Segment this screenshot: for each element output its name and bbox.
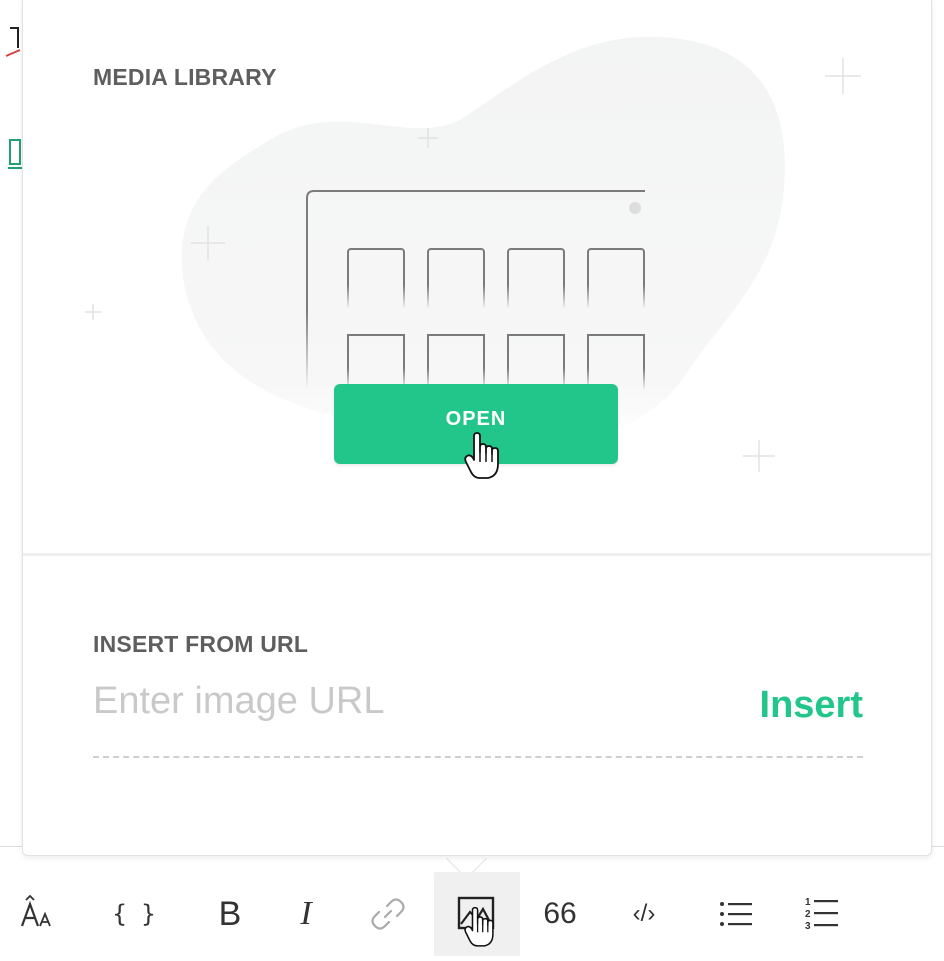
svg-text:1: 1 (805, 897, 811, 908)
numbered-list-button[interactable]: 123 (784, 872, 860, 956)
url-input-underline (93, 756, 863, 758)
bold-button[interactable]: B (192, 872, 268, 956)
image-insert-popup: MEDIA LIBRARY OPEN INSERT FROM URL Enter… (22, 0, 932, 856)
media-grid-illustration (306, 190, 645, 390)
bold-icon: B (218, 894, 242, 933)
hand-cursor-icon (464, 432, 499, 479)
code-block-icon: { } (112, 900, 156, 928)
bullet-list-icon (720, 902, 752, 926)
quote-button[interactable]: 66 (522, 872, 598, 956)
bullet-list-button[interactable] (698, 872, 774, 956)
image-url-input[interactable] (93, 678, 733, 724)
editor-divider (0, 846, 24, 847)
insert-from-url-section: INSERT FROM URL Insert (23, 556, 931, 854)
text-size-icon (20, 894, 51, 927)
text-size-button[interactable] (0, 872, 76, 956)
link-icon (371, 898, 405, 930)
numbered-list-icon: 123 (805, 897, 838, 932)
editor-divider (930, 846, 944, 847)
insert-from-url-title: INSERT FROM URL (93, 631, 309, 657)
inline-code-button[interactable]: ‹/› (606, 872, 682, 956)
svg-text:2: 2 (805, 909, 811, 920)
formatting-toolbar: { } B I 66 ‹/› 1 2 3 (0, 872, 944, 961)
quote-icon: 66 (543, 897, 577, 930)
media-library-title: MEDIA LIBRARY (93, 64, 277, 90)
media-library-section: MEDIA LIBRARY OPEN (23, 0, 931, 555)
italic-button[interactable]: I (268, 872, 344, 956)
code-block-button[interactable]: { } (96, 872, 172, 956)
open-button-label: OPEN (445, 407, 507, 430)
inline-code-icon: ‹/› (632, 900, 656, 927)
svg-text:3: 3 (805, 921, 811, 932)
insert-button[interactable]: Insert (760, 684, 863, 727)
italic-icon: I (300, 895, 312, 932)
hand-cursor-icon (464, 906, 494, 947)
editor-text-fragment (0, 22, 24, 62)
link-button[interactable] (350, 872, 426, 956)
editor-link-fragment (0, 134, 24, 174)
